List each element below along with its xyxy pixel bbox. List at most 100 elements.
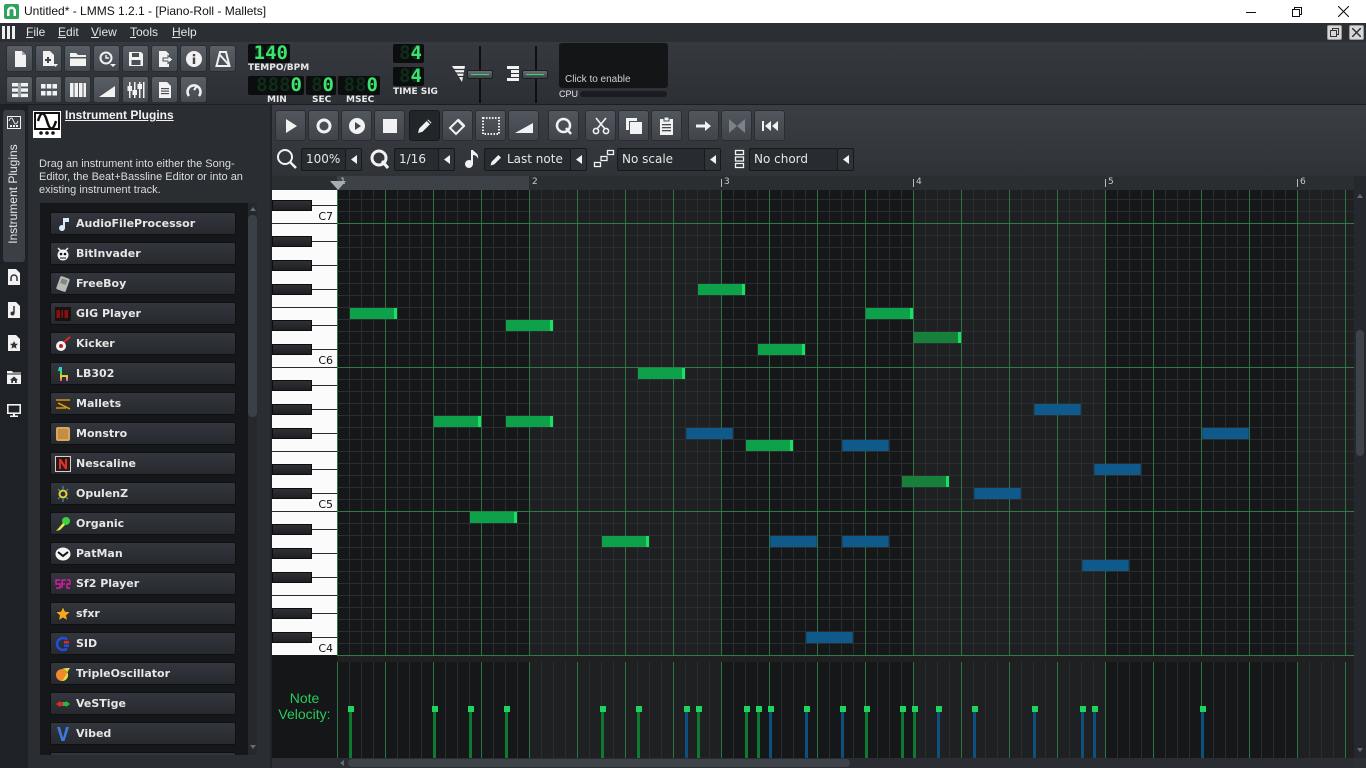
velocity-bar[interactable] xyxy=(745,708,748,758)
plugin-item-mallets[interactable]: Mallets xyxy=(50,392,236,415)
plugin-item-partial[interactable] xyxy=(50,752,236,755)
note[interactable] xyxy=(1082,560,1129,571)
plugin-item-bitinvader[interactable]: BitInvader xyxy=(50,242,236,265)
velocity-handle[interactable] xyxy=(1032,706,1038,712)
erase-mode-button[interactable] xyxy=(442,110,473,141)
velocity-handle[interactable] xyxy=(936,706,942,712)
note[interactable] xyxy=(914,332,961,343)
restore-button[interactable] xyxy=(1274,0,1320,23)
velocity-bar[interactable] xyxy=(685,708,688,758)
note[interactable] xyxy=(842,440,889,451)
black-key[interactable] xyxy=(272,632,312,643)
velocity-bar[interactable] xyxy=(505,708,508,758)
quantize-combo-arrow[interactable] xyxy=(438,148,455,171)
black-key[interactable] xyxy=(272,524,312,535)
velocity-bar[interactable] xyxy=(913,708,916,758)
open-project-button[interactable] xyxy=(64,45,91,72)
cut-button[interactable] xyxy=(585,110,616,141)
tempo-display[interactable]: 888 140 xyxy=(248,44,290,63)
recent-projects-button[interactable] xyxy=(93,45,120,72)
vertical-scroll-handle[interactable] xyxy=(1356,330,1364,456)
note[interactable] xyxy=(806,632,853,643)
velocity-handle[interactable] xyxy=(756,706,762,712)
scroll-up-icon[interactable] xyxy=(1357,194,1363,198)
quantize-combo[interactable]: 1/16 xyxy=(394,148,439,171)
scroll-left-icon[interactable] xyxy=(340,760,344,766)
velocity-handle[interactable] xyxy=(1200,706,1206,712)
tab-my-presets[interactable] xyxy=(7,335,21,351)
record-button[interactable] xyxy=(308,110,339,141)
detune-mode-button[interactable] xyxy=(508,110,539,141)
velocity-handle[interactable] xyxy=(432,706,438,712)
note-length-combo[interactable]: Last note xyxy=(484,148,571,171)
black-key[interactable] xyxy=(272,380,312,391)
horizontal-scrollbar[interactable] xyxy=(337,758,1354,768)
timeline[interactable]: 123456 xyxy=(272,176,1354,190)
black-key[interactable] xyxy=(272,236,312,247)
new-from-template-button[interactable] xyxy=(35,45,62,72)
velocity-bar[interactable] xyxy=(349,708,352,758)
note[interactable] xyxy=(866,308,913,319)
note[interactable] xyxy=(506,320,553,331)
copy-button[interactable] xyxy=(618,110,649,141)
note[interactable] xyxy=(350,308,397,319)
piano-keyboard[interactable]: C7 C6 C5 C4 xyxy=(272,190,337,655)
master-pitch-slider[interactable] xyxy=(522,70,548,79)
velocity-handle[interactable] xyxy=(972,706,978,712)
note[interactable] xyxy=(602,536,649,547)
minimize-button[interactable] xyxy=(1228,0,1274,23)
velocity-bar[interactable] xyxy=(697,708,700,758)
project-notes-button[interactable] xyxy=(151,76,178,103)
velocity-handle[interactable] xyxy=(600,706,606,712)
note[interactable] xyxy=(770,536,817,547)
note-grid[interactable] xyxy=(337,190,1354,655)
menu-view[interactable]: View xyxy=(91,25,117,39)
velocity-handle[interactable] xyxy=(348,706,354,712)
plugin-item-sid[interactable]: SID xyxy=(50,632,236,655)
whats-this-button[interactable] xyxy=(180,45,207,72)
velocity-bar[interactable] xyxy=(841,708,844,758)
plugin-list-scroll-handle[interactable] xyxy=(248,215,257,417)
menu-edit[interactable]: Edit xyxy=(58,25,79,39)
scale-combo[interactable]: No scale xyxy=(617,148,706,171)
black-key[interactable] xyxy=(272,260,312,271)
zoom-combo[interactable]: 100% xyxy=(301,148,346,171)
time-sig-numerator[interactable]: 88 4 xyxy=(393,44,424,63)
velocity-handle[interactable] xyxy=(504,706,510,712)
velocity-bar[interactable] xyxy=(1093,708,1096,758)
black-key[interactable] xyxy=(272,344,312,355)
plugin-item-vibed[interactable]: Vibed xyxy=(50,722,236,745)
velocity-bar[interactable] xyxy=(433,708,436,758)
song-editor-button[interactable] xyxy=(6,76,33,103)
velocity-bar[interactable] xyxy=(865,708,868,758)
chord-combo[interactable]: No chord xyxy=(749,148,838,171)
plugin-item-sf2-player[interactable]: Sf2 Player xyxy=(50,572,236,595)
velocity-bar[interactable] xyxy=(637,708,640,758)
export-project-button[interactable] xyxy=(151,45,178,72)
piano-roll-button[interactable] xyxy=(64,76,91,103)
master-volume-slider[interactable] xyxy=(467,70,493,79)
plugin-item-kicker[interactable]: Kicker xyxy=(50,332,236,355)
menu-file[interactable]: File xyxy=(26,25,45,39)
plugin-item-sfxr[interactable]: sfxr xyxy=(50,602,236,625)
note[interactable] xyxy=(842,536,889,547)
automation-editor-button[interactable] xyxy=(93,76,120,103)
black-key[interactable] xyxy=(272,428,312,439)
beat-bassline-editor-button[interactable] xyxy=(35,76,62,103)
loop-region[interactable] xyxy=(337,176,529,190)
black-key[interactable] xyxy=(272,464,312,475)
mixer-button[interactable] xyxy=(122,76,149,103)
playhead-marker[interactable] xyxy=(330,181,346,190)
velocity-handle[interactable] xyxy=(1092,706,1098,712)
velocity-handle[interactable] xyxy=(744,706,750,712)
tab-root-directory[interactable] xyxy=(7,402,21,418)
time-sig-denominator[interactable]: 88 4 xyxy=(393,67,424,86)
plugin-item-monstro[interactable]: Monstro xyxy=(50,422,236,445)
note-length-combo-arrow[interactable] xyxy=(570,148,587,171)
plugin-item-audiofileprocessor[interactable]: AudioFileProcessor xyxy=(50,212,236,235)
stop-behaviour-button[interactable] xyxy=(754,110,785,141)
velocity-bar[interactable] xyxy=(901,708,904,758)
play-button[interactable] xyxy=(275,110,306,141)
close-subwindow-button[interactable] xyxy=(1349,25,1364,40)
black-key[interactable] xyxy=(272,200,312,211)
